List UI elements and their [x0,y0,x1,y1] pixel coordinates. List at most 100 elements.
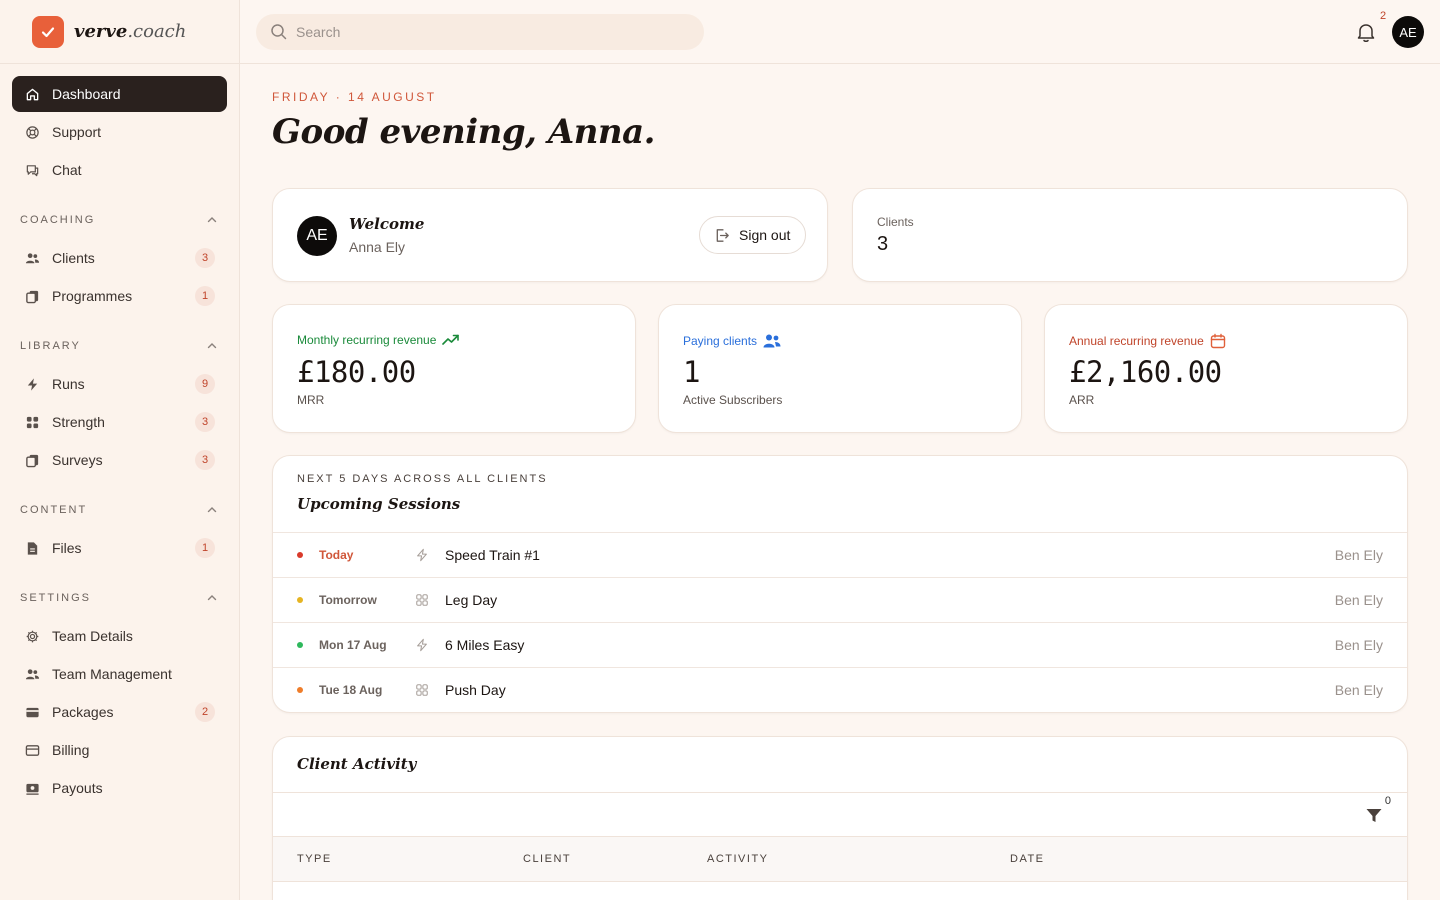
status-dot [297,642,303,648]
sidebar-item-surveys[interactable]: Surveys 3 [12,442,227,478]
main-content: FRIDAY · 14 AUGUST Good evening, Anna. A… [272,64,1408,900]
chat-icon [24,162,40,178]
sidebar-item-label: Packages [52,704,114,720]
sidebar-item-dashboard[interactable]: Dashboard [12,76,227,112]
metric-caption: MRR [297,393,325,407]
activity-table-header: TYPE CLIENT ACTIVITY DATE [273,837,1407,882]
session-client: Ben Ely [1334,637,1383,653]
metric-label: Paying clients [683,333,781,349]
clients-card[interactable]: Clients 3 [852,188,1408,282]
session-client: Ben Ely [1334,682,1383,698]
sidebar-item-payouts[interactable]: Payouts [12,770,227,806]
welcome-card: AE Welcome Anna Ely Sign out [272,188,828,282]
sidebar-item-clients[interactable]: Clients 3 [12,240,227,276]
session-row[interactable]: Tue 18 Aug Push Day Ben Ely [273,667,1407,712]
filter-icon[interactable] [1365,806,1383,824]
sidebar-nav: Dashboard Support Chat COACHING Clients … [0,64,239,806]
count-badge: 9 [195,374,215,394]
sidebar-item-team-management[interactable]: Team Management [12,656,227,692]
column-header-activity[interactable]: ACTIVITY [707,853,769,865]
column-header-client[interactable]: CLIENT [523,853,571,865]
search-icon [271,24,287,40]
section-header-settings[interactable]: SETTINGS [12,588,227,608]
brand-logo-icon [32,15,64,48]
metrics-row: Monthly recurring revenue £180.00 MRR Pa… [272,304,1408,433]
sidebar-item-label: Support [52,124,102,140]
sidebar-item-label: Programmes [52,288,133,304]
bolt-icon [417,638,427,652]
card-icon [24,742,40,758]
count-badge: 3 [195,248,215,268]
client-activity-card: Client Activity 0 TYPE CLIENT ACTIVITY D… [272,736,1408,900]
session-row[interactable]: Tomorrow Leg Day Ben Ely [273,577,1407,622]
clients-label: Clients [877,215,914,229]
section-title: SETTINGS [20,592,92,604]
metric-value: 1 [683,355,700,389]
section-title: CONTENT [20,504,88,516]
sidebar-item-strength[interactable]: Strength 3 [12,404,227,440]
sidebar-item-label: Runs [52,376,85,392]
section-header-library[interactable]: LIBRARY [12,336,227,356]
user-name: Anna Ely [349,239,406,255]
upcoming-sessions-card: NEXT 5 DAYS ACROSS ALL CLIENTS Upcoming … [272,455,1408,713]
column-header-type[interactable]: TYPE [297,853,332,865]
section-title: COACHING [20,214,96,226]
sidebar-item-runs[interactable]: Runs 9 [12,366,227,402]
sidebar-item-programmes[interactable]: Programmes 1 [12,278,227,314]
gear-icon [24,628,40,644]
bolt-icon [24,376,40,392]
sidebar-item-support[interactable]: Support [12,114,227,150]
sidebar-item-packages[interactable]: Packages 2 [12,694,227,730]
search-input[interactable] [296,24,676,40]
brand[interactable]: verve.coach [0,0,239,64]
section-title: LIBRARY [20,340,81,352]
sign-out-icon [716,228,729,242]
sidebar-item-label: Team Management [52,666,172,682]
users-icon [763,333,781,349]
summary-row: AE Welcome Anna Ely Sign out Clients 3 [272,188,1408,282]
session-name: 6 Miles Easy [445,637,525,653]
clipboard-icon [24,452,40,468]
avatar: AE [297,216,337,256]
mrr-card: Monthly recurring revenue £180.00 MRR [272,304,636,433]
home-icon [24,86,40,102]
session-row[interactable]: Today Speed Train #1 Ben Ely [273,532,1407,577]
metric-caption: Active Subscribers [683,393,783,407]
sidebar-item-label: Dashboard [52,86,121,102]
users-icon [24,250,40,266]
chevron-up-icon [207,507,217,513]
sidebar-item-team-details[interactable]: Team Details [12,618,227,654]
section-header-coaching[interactable]: COACHING [12,210,227,230]
trending-up-icon [442,333,460,347]
sidebar-item-chat[interactable]: Chat [12,152,227,188]
sidebar-item-label: Files [52,540,82,556]
section-header-content[interactable]: CONTENT [12,500,227,520]
status-dot [297,687,303,693]
chevron-up-icon [207,217,217,223]
sidebar-item-label: Team Details [52,628,133,644]
arr-card: Annual recurring revenue £2,160.00 ARR [1044,304,1408,433]
metric-label-text: Monthly recurring revenue [297,333,437,347]
sidebar-item-billing[interactable]: Billing [12,732,227,768]
grid-icon [24,414,40,430]
session-day: Mon 17 Aug [319,638,387,652]
bell-icon[interactable] [1354,20,1378,44]
clients-count: 3 [877,233,889,255]
sidebar-item-files[interactable]: Files 1 [12,530,227,566]
session-row[interactable]: Mon 17 Aug 6 Miles Easy Ben Ely [273,622,1407,667]
clipboard-icon [24,288,40,304]
search-bar[interactable] [256,14,704,50]
metric-label: Annual recurring revenue [1069,333,1226,349]
sessions-title: Upcoming Sessions [297,495,461,513]
paying-clients-card: Paying clients 1 Active Subscribers [658,304,1022,433]
calendar-icon [1210,333,1226,349]
sidebar-item-label: Clients [52,250,95,266]
avatar[interactable]: AE [1392,16,1424,48]
sign-out-button[interactable]: Sign out [699,216,806,254]
sidebar: verve.coach Dashboard Support Chat COACH… [0,0,240,900]
column-header-date[interactable]: DATE [1010,853,1045,865]
metric-label: Monthly recurring revenue [297,333,460,347]
package-icon [24,704,40,720]
session-client: Ben Ely [1334,547,1383,563]
status-dot [297,597,303,603]
